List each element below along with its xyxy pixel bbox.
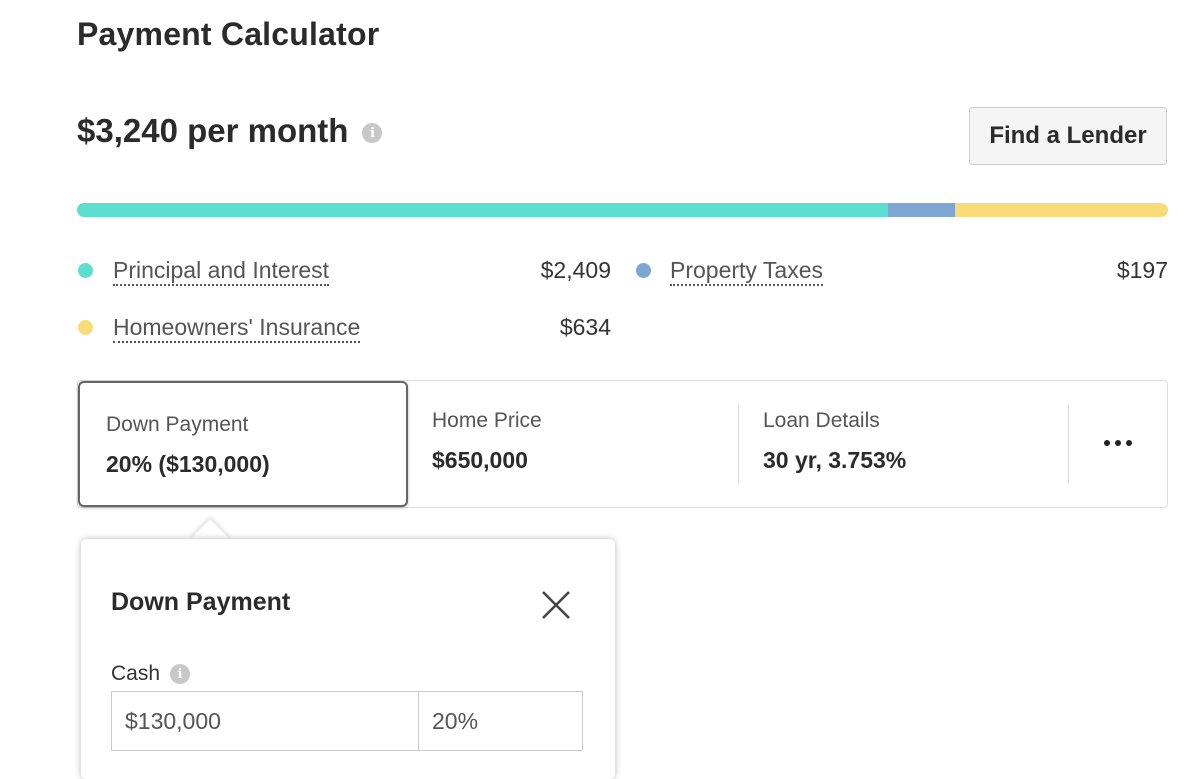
legend-label[interactable]: Property Taxes bbox=[670, 257, 823, 286]
down-payment-label: Down Payment bbox=[106, 413, 249, 436]
cash-label-row: Cash i bbox=[111, 662, 191, 686]
legend-item-property-taxes[interactable]: Property Taxes bbox=[670, 256, 823, 286]
divider bbox=[738, 405, 739, 483]
cash-input-value: $130,000 bbox=[125, 707, 221, 734]
legend-item-principal[interactable]: Principal and Interest bbox=[113, 256, 330, 286]
loan-details-label: Loan Details bbox=[763, 409, 880, 432]
popover-title: Down Payment bbox=[111, 588, 291, 616]
cash-input[interactable]: $130,000 bbox=[111, 691, 419, 751]
insurance-legend-dot bbox=[78, 320, 93, 335]
page-title: Payment Calculator bbox=[77, 16, 380, 52]
loan-details-tab[interactable]: Loan Details 30 yr, 3.753% bbox=[763, 381, 1053, 507]
monthly-payment-summary: $3,240 per month i bbox=[77, 112, 383, 150]
payment-breakdown-bar bbox=[77, 203, 1168, 217]
legend-item-insurance[interactable]: Homeowners' Insurance bbox=[113, 313, 361, 343]
ellipsis-icon bbox=[1115, 440, 1121, 446]
legend-label[interactable]: Homeowners' Insurance bbox=[113, 314, 361, 343]
info-icon[interactable]: i bbox=[170, 664, 191, 684]
legend-amount: $197 bbox=[1116, 257, 1168, 283]
principal-segment bbox=[77, 203, 889, 217]
ellipsis-icon bbox=[1104, 440, 1110, 446]
property-taxes-segment bbox=[888, 203, 955, 217]
close-icon bbox=[542, 591, 570, 619]
loan-details-value: 30 yr, 3.753% bbox=[763, 447, 907, 473]
legend-label[interactable]: Principal and Interest bbox=[113, 257, 330, 286]
down-payment-tab[interactable]: Down Payment 20% ($130,000) bbox=[78, 381, 408, 507]
cash-label: Cash bbox=[111, 662, 161, 685]
down-payment-value: 20% ($130,000) bbox=[106, 451, 270, 477]
percent-input-value: 20% bbox=[432, 707, 479, 734]
percent-input[interactable]: 20% bbox=[418, 691, 583, 751]
find-a-lender-button[interactable]: Find a Lender bbox=[969, 107, 1167, 165]
property-taxes-legend-dot bbox=[636, 263, 651, 278]
ellipsis-icon bbox=[1126, 440, 1132, 446]
home-price-value: $650,000 bbox=[432, 447, 528, 473]
legend-amount: $2,409 bbox=[540, 257, 611, 283]
home-price-label: Home Price bbox=[432, 409, 542, 432]
info-icon[interactable]: i bbox=[362, 123, 383, 143]
home-price-tab[interactable]: Home Price $650,000 bbox=[432, 381, 722, 507]
legend-amount: $634 bbox=[559, 314, 611, 340]
close-button[interactable] bbox=[536, 586, 576, 626]
monthly-payment-amount: $3,240 per month bbox=[77, 112, 349, 149]
principal-legend-dot bbox=[78, 263, 93, 278]
insurance-segment bbox=[954, 203, 1168, 217]
more-options-button[interactable] bbox=[1093, 425, 1143, 461]
divider bbox=[1068, 405, 1069, 483]
